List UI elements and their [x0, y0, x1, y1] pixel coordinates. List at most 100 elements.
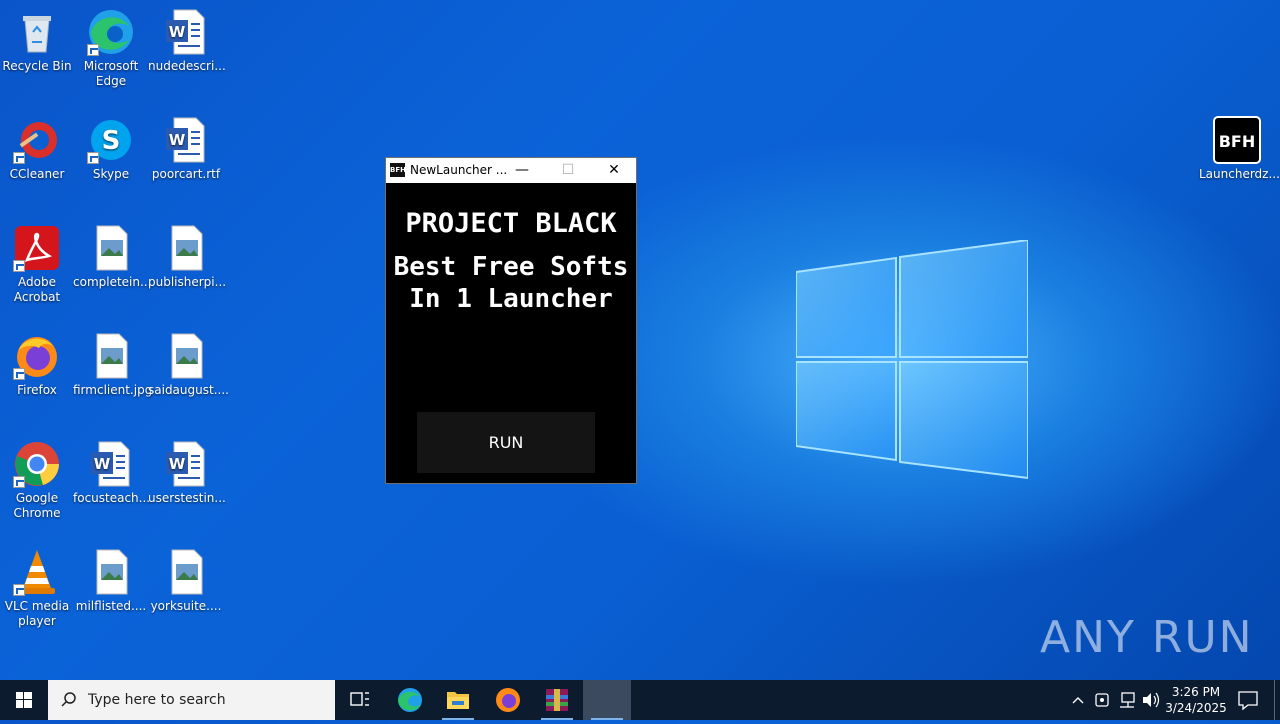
desktop-icon-label: Recycle Bin: [2, 59, 72, 73]
taskbar-edge[interactable]: [386, 680, 434, 720]
taskbar-active-app[interactable]: [583, 680, 631, 720]
desktop-icon-label: completein...: [73, 275, 152, 289]
firefox-icon: [496, 688, 520, 712]
word-doc-icon: W: [166, 9, 205, 55]
winrar-icon: [546, 689, 568, 711]
desktop-icon-firefox[interactable]: Firefox: [0, 332, 75, 398]
word-doc-icon: W: [166, 441, 205, 487]
close-button[interactable]: ✕: [591, 158, 637, 183]
desktop-icon-ccleaner[interactable]: CCleaner: [0, 116, 75, 182]
launcher-content: PROJECT BLACK Best Free Softs In 1 Launc…: [386, 183, 636, 483]
clock-time: 3:26 PM: [1171, 685, 1221, 699]
svg-text:W: W: [169, 23, 186, 41]
desktop-icon-completein[interactable]: completein...: [73, 224, 152, 290]
taskbar: Type here to search 3:26 PM 3/24/2025: [0, 680, 1280, 720]
launcher-app-icon: BFH: [390, 163, 406, 177]
windows-wallpaper-logo: [796, 240, 1028, 480]
window-titlebar[interactable]: BFH NewLauncher ... — ☐ ✕: [386, 158, 636, 183]
desktop-icon-label: Launcherdz...: [1199, 167, 1280, 181]
desktop-icon-label: firmclient.jpg: [73, 383, 153, 397]
desktop-icon-nudedescri[interactable]: W nudedescri...: [148, 8, 226, 74]
desktop-icon-label: saidaugust....: [148, 383, 229, 397]
recycle-bin-icon: [23, 16, 51, 53]
svg-text:S: S: [102, 126, 121, 156]
desktop-icon-google-chrome[interactable]: Google Chrome: [0, 440, 75, 521]
desktop-icon-label: userstestin...: [148, 491, 226, 505]
desktop-icon-label: focusteach...: [73, 491, 151, 505]
taskbar-search-box[interactable]: Type here to search: [48, 680, 335, 720]
desktop-icon-label: CCleaner: [9, 167, 65, 181]
tray-overflow-button[interactable]: [1068, 680, 1088, 720]
anyrun-watermark: ANY RUN: [1040, 612, 1254, 663]
launcher-window: BFH NewLauncher ... — ☐ ✕ PROJECT BLACK …: [385, 157, 637, 484]
tray-volume[interactable]: [1140, 680, 1162, 720]
taskbar-clock[interactable]: 3:26 PM 3/24/2025: [1160, 684, 1232, 716]
svg-text:W: W: [94, 455, 111, 473]
taskbar-firefox[interactable]: [484, 680, 532, 720]
minimize-button[interactable]: —: [499, 158, 545, 183]
desktop-icon-label: Adobe Acrobat: [13, 275, 61, 304]
run-button[interactable]: RUN: [417, 412, 595, 473]
desktop-icon-skype[interactable]: S Skype: [73, 116, 149, 182]
notification-icon: [1238, 691, 1258, 711]
search-icon: [61, 692, 76, 707]
taskbar-file-explorer[interactable]: [434, 680, 482, 720]
image-file-icon: [96, 549, 128, 595]
launcher-subheading: Best Free Softs In 1 Launcher: [386, 251, 636, 315]
desktop-icon-label: Google Chrome: [13, 491, 61, 520]
maximize-button[interactable]: ☐: [545, 158, 591, 183]
desktop-icon-adobe-acrobat[interactable]: Adobe Acrobat: [0, 224, 75, 305]
desktop-icon-microsoft-edge[interactable]: Microsoft Edge: [73, 8, 149, 89]
desktop-icon-recycle-bin[interactable]: Recycle Bin: [0, 8, 75, 74]
start-button[interactable]: [0, 680, 48, 720]
desktop-icon-milflisted[interactable]: milflisted....: [73, 548, 149, 614]
tray-network[interactable]: [1116, 680, 1138, 720]
window-title: NewLauncher ...: [410, 163, 508, 177]
search-placeholder: Type here to search: [88, 692, 226, 708]
desktop-icon-vlc[interactable]: VLC media player: [0, 548, 75, 629]
subheading-line-1: Best Free Softs: [393, 252, 629, 282]
desktop-icon-label: Firefox: [17, 383, 57, 397]
word-doc-icon: W: [91, 441, 130, 487]
tray-security[interactable]: [1092, 680, 1112, 720]
desktop-icon-label: Microsoft Edge: [83, 59, 139, 88]
desktop-icon-label: milflisted....: [75, 599, 147, 613]
tray-device-icon: [1095, 693, 1109, 707]
desktop-icon-firmclient[interactable]: firmclient.jpg: [73, 332, 153, 398]
edge-icon: [398, 688, 422, 712]
desktop-icon-userstestin[interactable]: W userstestin...: [148, 440, 226, 506]
desktop-icon-label: VLC media player: [4, 599, 70, 628]
desktop-icon-poorcart[interactable]: W poorcart.rtf: [148, 116, 224, 182]
desktop-icon-yorksuite[interactable]: yorksuite....: [148, 548, 224, 614]
image-file-icon: [96, 333, 128, 379]
desktop-icon-publisherpi[interactable]: publisherpi...: [148, 224, 227, 290]
desktop-icon-label: yorksuite....: [150, 599, 222, 613]
bfh-badge-text: BFH: [1219, 132, 1256, 151]
taskbar-winrar[interactable]: [533, 680, 581, 720]
svg-text:W: W: [169, 131, 186, 149]
notifications-button[interactable]: [1234, 680, 1262, 720]
show-desktop-button[interactable]: [1274, 680, 1280, 720]
task-view-icon: [350, 692, 369, 706]
task-view-button[interactable]: [336, 680, 384, 720]
volume-icon: [1143, 692, 1160, 708]
desktop-icon-launcherdz[interactable]: BFH Launcherdz...: [1199, 116, 1280, 182]
desktop-icon-label: poorcart.rtf: [151, 167, 221, 181]
desktop-icon-label: Skype: [92, 167, 130, 181]
image-file-icon: [171, 333, 203, 379]
desktop-icon-label: nudedescri...: [148, 59, 226, 73]
network-icon: [1120, 692, 1135, 708]
image-file-icon: [171, 549, 203, 595]
svg-text:W: W: [169, 455, 186, 473]
desktop-icon-saidaugust[interactable]: saidaugust....: [148, 332, 229, 398]
windows-start-icon: [16, 692, 32, 708]
desktop-icon-focusteach[interactable]: W focusteach...: [73, 440, 151, 506]
bfh-icon: BFH: [1213, 116, 1261, 164]
launcher-heading: PROJECT BLACK: [405, 208, 617, 239]
desktop-icon-label: publisherpi...: [148, 275, 227, 289]
subheading-line-2: In 1 Launcher: [409, 284, 613, 314]
image-file-icon: [96, 225, 128, 271]
word-doc-icon: W: [166, 117, 205, 163]
file-explorer-icon: [447, 692, 469, 709]
chevron-up-icon: [1072, 697, 1084, 704]
